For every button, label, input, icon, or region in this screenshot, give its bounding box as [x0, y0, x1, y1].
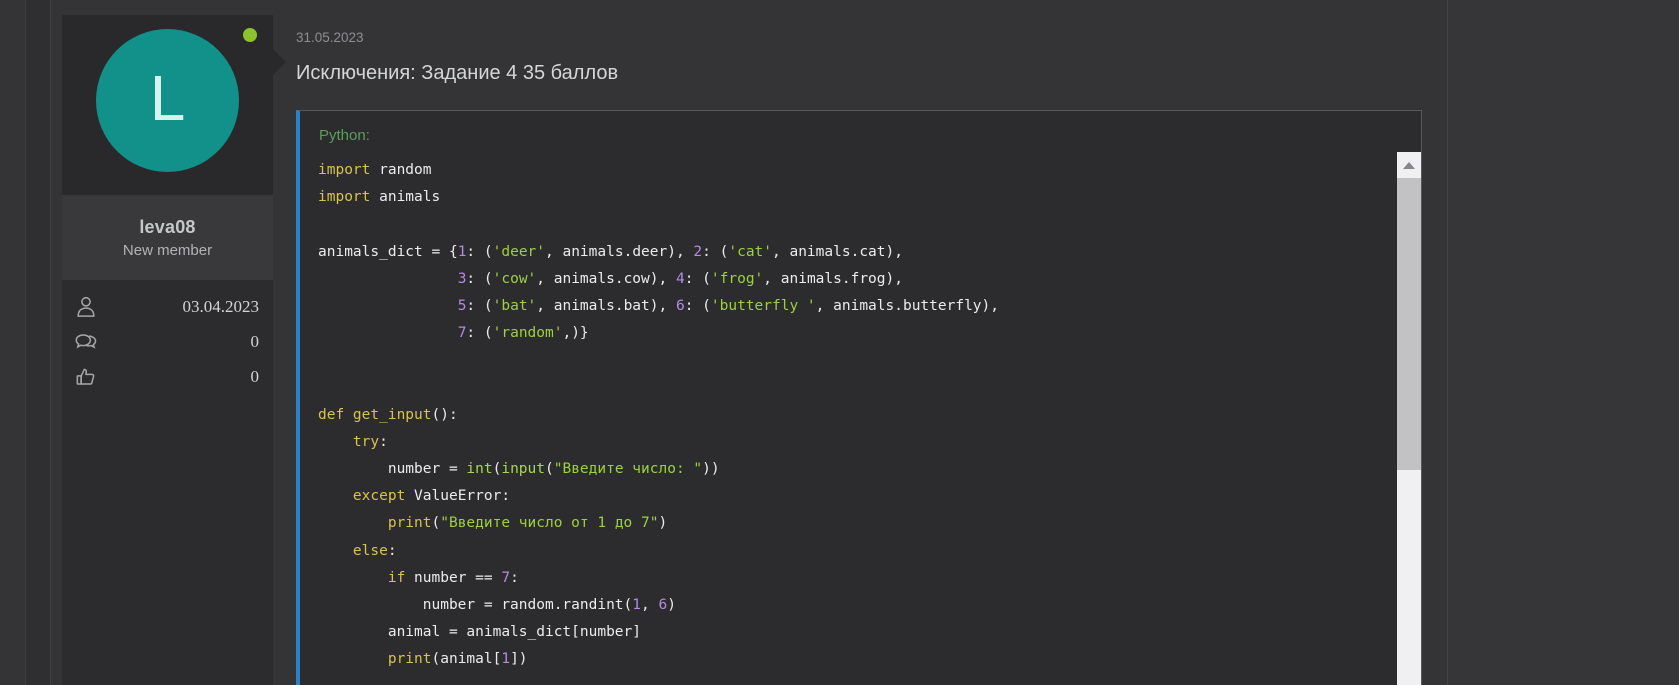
divider-line-left-2 [50, 0, 51, 685]
user-name-band: leva08 New member [62, 195, 273, 280]
left-gutter [26, 0, 50, 685]
stat-value-likes: 0 [251, 367, 260, 387]
user-card: L leva08 New member 03.04.2023 0 0 [62, 15, 273, 685]
scrollbar-up-button[interactable] [1397, 152, 1421, 178]
code-content: import randomimport animals animals_dict… [300, 157, 1395, 685]
messages-icon [73, 329, 99, 355]
stat-row-joined: 03.04.2023 [73, 294, 259, 320]
user-icon [73, 294, 99, 320]
avatar-letter: L [150, 66, 186, 136]
post-date: 31.05.2023 [296, 30, 364, 45]
scrollbar-up-icon [1403, 162, 1415, 169]
speech-pointer [272, 48, 286, 76]
right-gutter [1448, 0, 1679, 685]
stat-row-likes: 0 [73, 364, 259, 390]
code-block: Python: import randomimport animals anim… [296, 110, 1422, 685]
divider-line-left-1 [25, 0, 26, 685]
scrollbar-thumb[interactable] [1397, 178, 1421, 470]
avatar[interactable]: L [96, 29, 239, 172]
user-stats: 03.04.2023 0 0 [62, 280, 273, 390]
code-scrollbar[interactable] [1397, 152, 1421, 685]
avatar-box: L [62, 15, 273, 195]
stat-row-messages: 0 [73, 329, 259, 355]
stat-value-messages: 0 [251, 332, 260, 352]
stat-value-joined: 03.04.2023 [183, 297, 260, 317]
code-language-label: Python: [300, 111, 1421, 144]
divider-line-right [1447, 0, 1448, 685]
online-indicator-dot [243, 28, 257, 42]
user-role-label: New member [123, 242, 212, 259]
username-link[interactable]: leva08 [139, 217, 195, 238]
likes-icon [73, 364, 99, 390]
post-title: Исключения: Задание 4 35 баллов [296, 62, 618, 85]
